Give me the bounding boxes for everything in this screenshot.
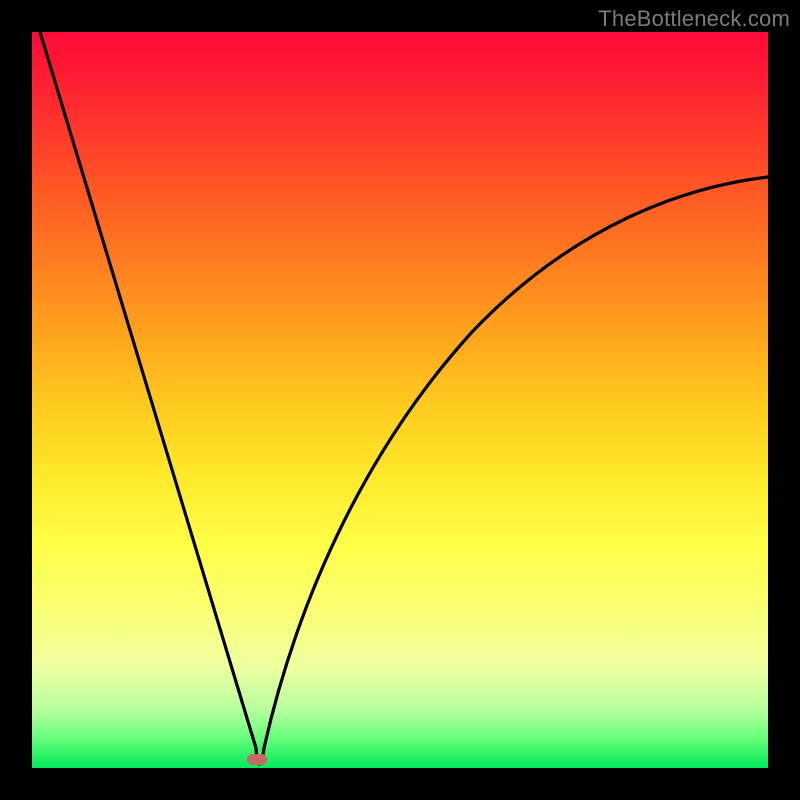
watermark-text: TheBottleneck.com <box>598 6 790 32</box>
chart-frame: TheBottleneck.com <box>0 0 800 800</box>
bottleneck-curve <box>40 32 768 764</box>
minimum-marker <box>247 754 267 765</box>
curve-layer <box>32 32 768 768</box>
plot-area <box>32 32 768 768</box>
